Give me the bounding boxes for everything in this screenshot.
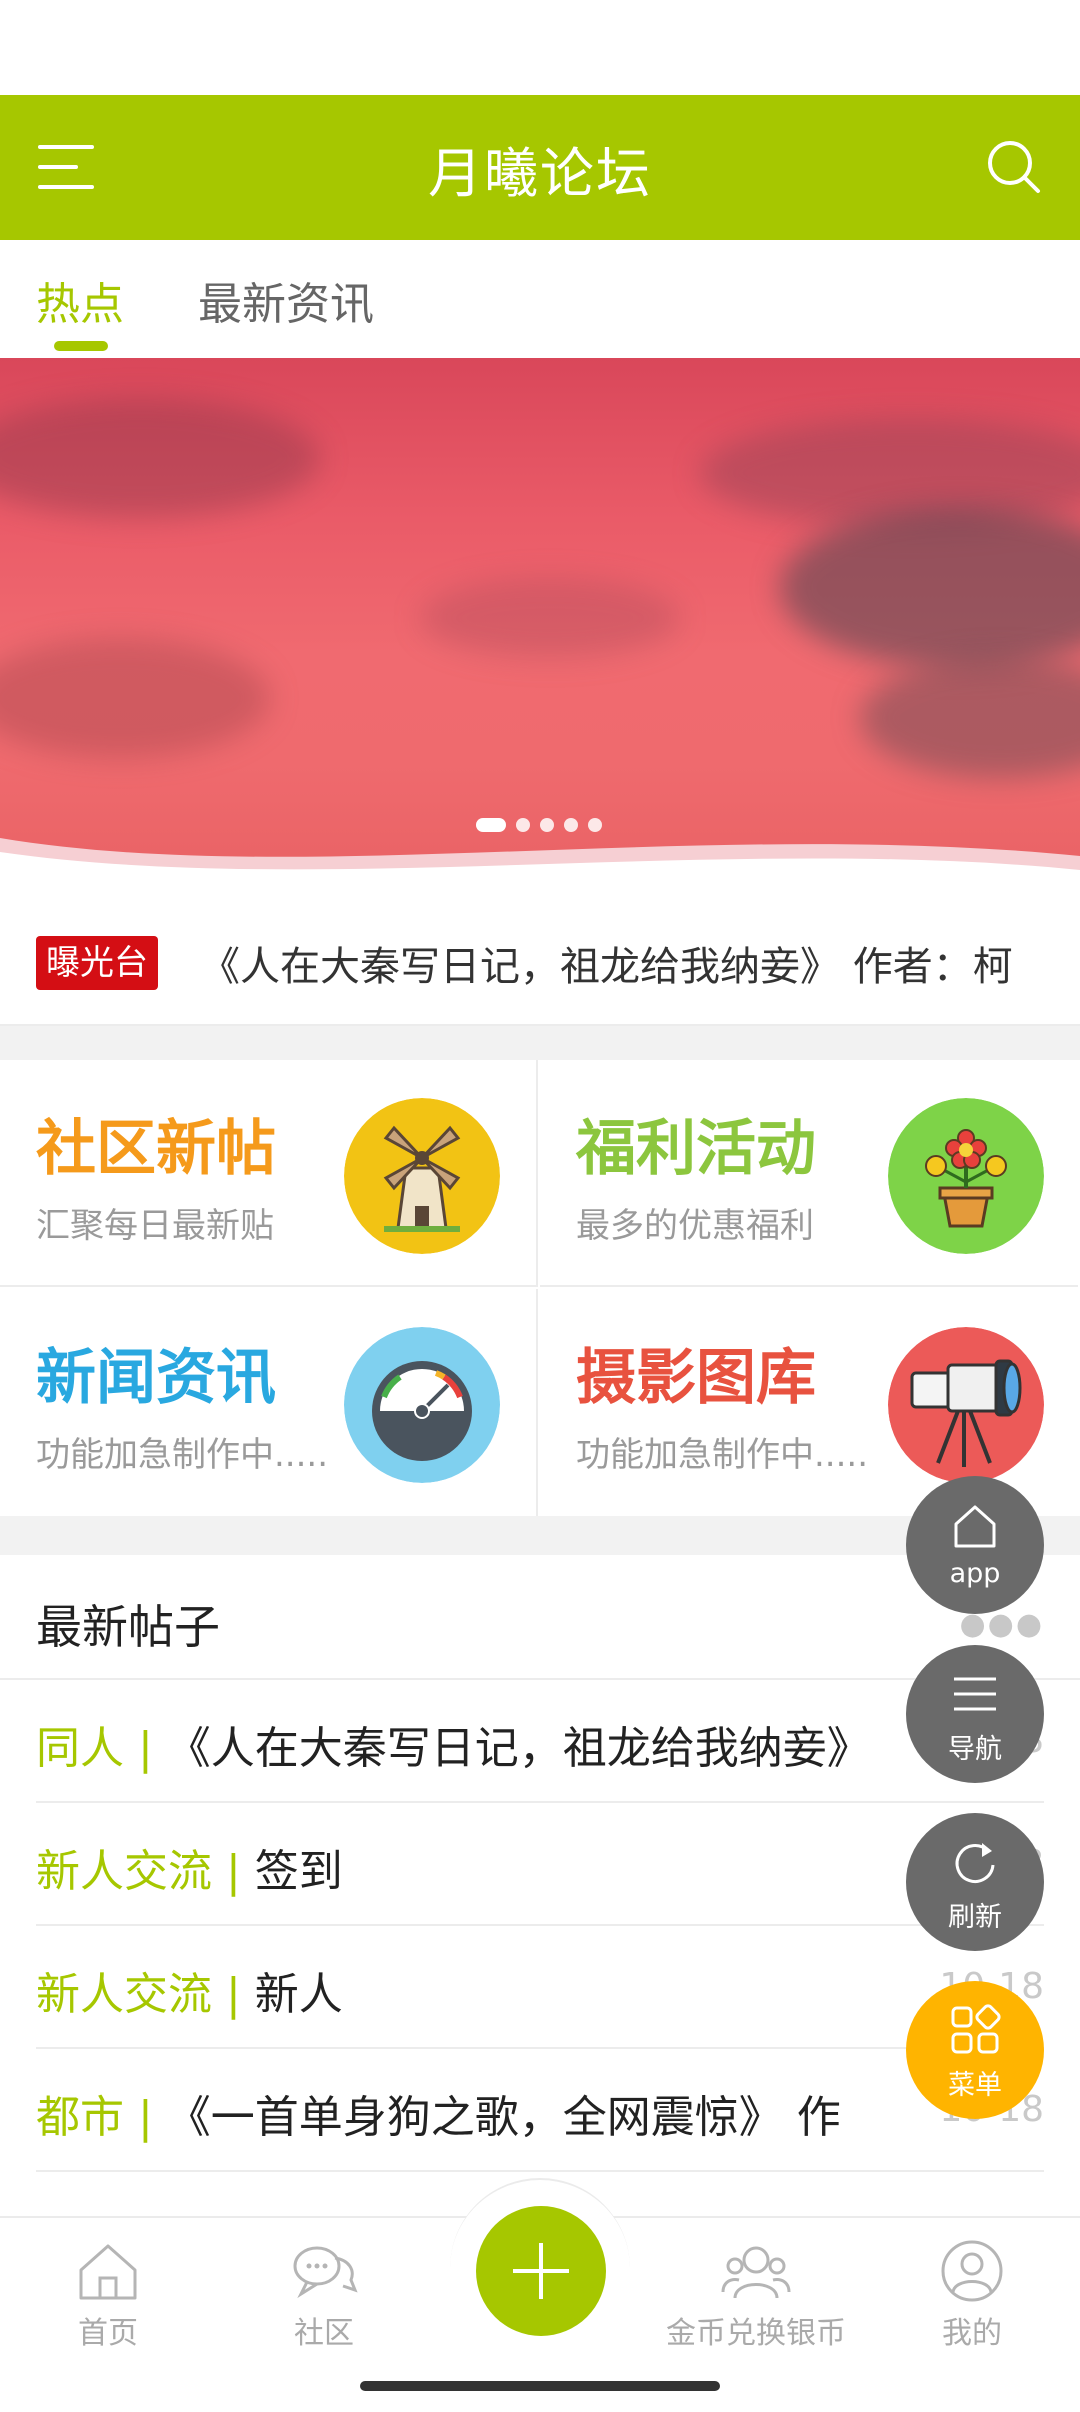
list-item[interactable]: 新人交流 | 签到 10-18 bbox=[36, 1803, 1044, 1926]
feature-community-posts[interactable]: 社区新帖 汇聚每日最新贴 bbox=[0, 1060, 538, 1287]
feature-subtitle: 汇聚每日最新贴 bbox=[36, 1206, 274, 1246]
flower-pot-icon bbox=[888, 1098, 1044, 1254]
users-icon bbox=[721, 2246, 791, 2299]
user-icon bbox=[941, 2240, 1003, 2302]
feature-title: 社区新帖 bbox=[36, 1114, 276, 1184]
tab-indicator bbox=[54, 341, 108, 351]
post-tag: 都市 | bbox=[36, 2092, 167, 2143]
nav-label: 社区 bbox=[294, 2316, 354, 2351]
fab-app[interactable]: app bbox=[906, 1476, 1044, 1614]
chat-bubbles-icon bbox=[293, 2246, 358, 2299]
fab-label: app bbox=[949, 1558, 1001, 1589]
carousel-dot[interactable] bbox=[540, 818, 554, 832]
banner-carousel[interactable] bbox=[0, 358, 1080, 898]
speedometer-icon bbox=[344, 1327, 500, 1483]
app-bar: 月曦论坛 bbox=[0, 95, 1080, 240]
post-tag: 新人交流 | bbox=[36, 1846, 255, 1897]
search-icon[interactable] bbox=[984, 137, 1044, 197]
fab-menu[interactable]: 菜单 bbox=[906, 1981, 1044, 2119]
refresh-icon bbox=[955, 1843, 995, 1883]
carousel-dots bbox=[476, 818, 602, 832]
nav-home[interactable]: 首页 bbox=[0, 2240, 216, 2352]
home-outline-icon bbox=[954, 1505, 996, 1548]
plus-icon bbox=[513, 2243, 569, 2299]
section-title: 最新帖子 bbox=[36, 1600, 220, 1654]
carousel-dot[interactable] bbox=[564, 818, 578, 832]
fab-label: 导航 bbox=[948, 1734, 1002, 1765]
post-title: 《人在大秦写日记，祖龙给我纳妾》 bbox=[166, 1723, 871, 1774]
fab-refresh[interactable]: 刷新 bbox=[906, 1813, 1044, 1951]
carousel-dot[interactable] bbox=[476, 818, 506, 832]
gesture-bar bbox=[360, 2381, 720, 2391]
nav-label: 金币兑换银币 bbox=[666, 2316, 846, 2351]
feature-subtitle: 功能加急制作中..... bbox=[576, 1435, 869, 1475]
list-item[interactable]: 新人交流 | 新人 10-18 bbox=[36, 1926, 1044, 2049]
windmill-icon bbox=[344, 1098, 500, 1254]
list-item[interactable]: 都市 | 《一首单身狗之歌，全网震惊》 作 10-18 bbox=[36, 2049, 1044, 2172]
nav-profile[interactable]: 我的 bbox=[864, 2240, 1080, 2352]
nav-coin-exchange[interactable]: 金币兑换银币 bbox=[648, 2240, 864, 2352]
fab-label: 刷新 bbox=[948, 1902, 1002, 1933]
feature-title: 新闻资讯 bbox=[36, 1343, 276, 1413]
camera-tripod-icon bbox=[888, 1327, 1044, 1483]
tab-latest-news[interactable]: 最新资讯 bbox=[198, 268, 374, 332]
feature-subtitle: 最多的优惠福利 bbox=[576, 1206, 814, 1246]
nav-community[interactable]: 社区 bbox=[216, 2240, 432, 2352]
post-button[interactable] bbox=[476, 2206, 606, 2336]
feature-grid: 社区新帖 汇聚每日最新贴 福利活动 最多的优惠福利 新闻资讯 功能加急制作中..… bbox=[0, 1060, 1080, 1516]
post-tag: 新人交流 | bbox=[36, 1969, 255, 2020]
carousel-dot[interactable] bbox=[516, 818, 530, 832]
nav-label: 首页 bbox=[78, 2316, 138, 2351]
post-title: 签到 bbox=[254, 1846, 343, 1897]
status-bar bbox=[0, 0, 1080, 95]
fab-label: 菜单 bbox=[948, 2070, 1002, 2101]
app-title: 月曦论坛 bbox=[428, 142, 652, 205]
list-icon bbox=[954, 1677, 996, 1711]
post-tag: 同人 | bbox=[36, 1723, 167, 1774]
tab-hot[interactable]: 热点 bbox=[36, 268, 124, 332]
home-icon bbox=[79, 2244, 137, 2300]
feature-news[interactable]: 新闻资讯 功能加急制作中..... bbox=[0, 1289, 538, 1516]
list-item[interactable]: 同人 | 《人在大秦写日记，祖龙给我纳妾》 10-18 bbox=[36, 1680, 1044, 1803]
tab-bar: 热点 最新资讯 bbox=[0, 240, 1080, 358]
nav-label: 我的 bbox=[942, 2316, 1002, 2351]
carousel-dot[interactable] bbox=[588, 818, 602, 832]
feature-title: 摄影图库 bbox=[576, 1343, 816, 1413]
feature-title: 福利活动 bbox=[576, 1114, 816, 1184]
post-title: 《一首单身狗之歌，全网震惊》 作 bbox=[166, 2092, 841, 2143]
notice-bar[interactable]: 曝光台 《人在大秦写日记，祖龙给我纳妾》 作者：柯 bbox=[0, 898, 1080, 1026]
section-gap bbox=[0, 1026, 1080, 1060]
notice-text[interactable]: 《人在大秦写日记，祖龙给我纳妾》 作者：柯 bbox=[200, 934, 1060, 992]
fab-navigation[interactable]: 导航 bbox=[906, 1645, 1044, 1783]
feature-subtitle: 功能加急制作中..... bbox=[36, 1435, 329, 1475]
notice-badge: 曝光台 bbox=[36, 936, 158, 990]
feature-welfare-activity[interactable]: 福利活动 最多的优惠福利 bbox=[540, 1060, 1078, 1287]
post-title: 新人 bbox=[254, 1969, 343, 2020]
grid-menu-icon bbox=[951, 2004, 1001, 2054]
